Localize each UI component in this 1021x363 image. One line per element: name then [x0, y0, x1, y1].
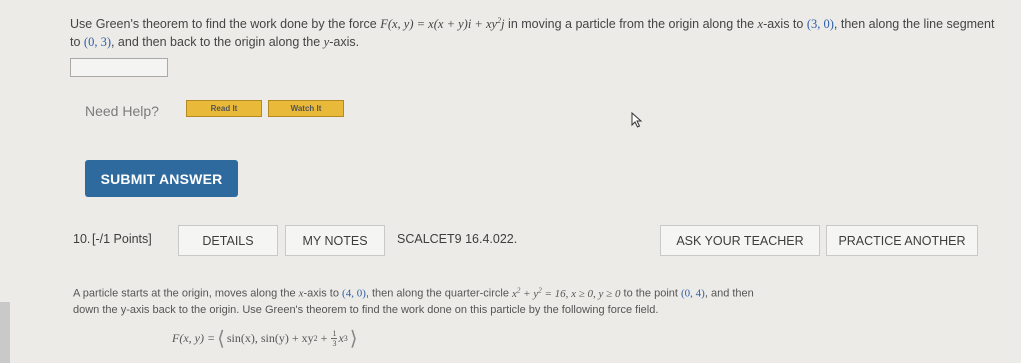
- answer-input[interactable]: [70, 58, 168, 77]
- quarter-circle-equation: x2 + y2 = 16, x ≥ 0, y ≥ 0: [512, 286, 621, 300]
- practice-another-button[interactable]: PRACTICE ANOTHER: [826, 225, 978, 256]
- need-help-label: Need Help?: [85, 103, 159, 119]
- details-button[interactable]: DETAILS: [178, 225, 278, 256]
- mouse-cursor-icon: [631, 111, 643, 133]
- point-4-0: (4, 0): [342, 287, 366, 300]
- submit-answer-button[interactable]: SUBMIT ANSWER: [85, 160, 238, 197]
- right-angle-bracket: ⟩: [349, 328, 358, 350]
- ask-your-teacher-button[interactable]: ASK YOUR TEACHER: [660, 225, 820, 256]
- force-expression: F(x, y) = x(x + y)i + xy2j: [380, 16, 505, 32]
- my-notes-button[interactable]: MY NOTES: [285, 225, 385, 256]
- question-points: [-/1 Points]: [92, 232, 152, 246]
- left-edge-strip: [0, 302, 10, 363]
- read-it-button[interactable]: Read It: [186, 100, 262, 117]
- question-number: 10.: [73, 232, 91, 246]
- question-code: SCALCET9 16.4.022.: [397, 232, 518, 246]
- previous-problem-text: Use Green's theorem to find the work don…: [70, 16, 995, 50]
- question-text: A particle starts at the origin, moves a…: [73, 286, 754, 316]
- point-0-3: (0, 3): [83, 35, 111, 50]
- force-field-formula: F(x, y) = ⟨ sin(x), sin(y) + xy 2 + 1 3 x…: [172, 328, 358, 350]
- left-angle-bracket: ⟨: [217, 328, 225, 350]
- point-0-4: (0, 4): [681, 287, 705, 300]
- watch-it-button[interactable]: Watch It: [268, 100, 344, 117]
- fraction-one-third: 1 3: [331, 329, 338, 348]
- point-3-0: (3, 0): [806, 17, 834, 32]
